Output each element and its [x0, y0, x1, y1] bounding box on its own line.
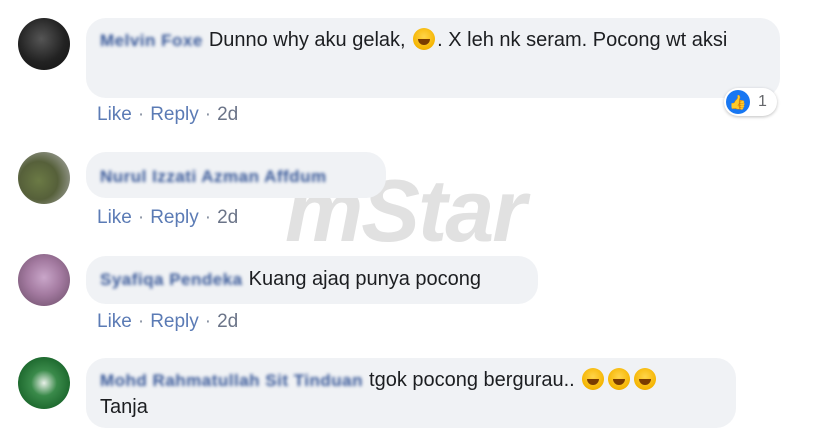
reaction-count: 1 — [758, 93, 767, 110]
comment-text-continued: . X leh nk seram. Pocong wt aksi — [437, 29, 728, 51]
comment-timestamp[interactable]: 2d — [217, 207, 238, 228]
like-link[interactable]: Like — [97, 104, 132, 125]
avatar[interactable] — [18, 152, 70, 204]
comment-actions: Like · Reply · 2d — [97, 104, 239, 125]
comment-bubble: Nurul Izzati Azman Affdum — [86, 152, 386, 198]
reply-link[interactable]: Reply — [150, 104, 199, 125]
comment-bubble: Mohd Rahmatullah Sit Tinduan tgok pocong … — [86, 358, 736, 428]
avatar[interactable] — [18, 254, 70, 306]
comment-timestamp[interactable]: 2d — [217, 311, 238, 332]
reply-link[interactable]: Reply — [150, 311, 199, 332]
laughing-face-icon — [608, 368, 631, 390]
like-link[interactable]: Like — [97, 311, 132, 332]
comment-author[interactable]: Melvin Foxe — [100, 31, 203, 50]
comment-bubble: Syafiqa Pendeka Kuang ajaq punya pocong — [86, 256, 538, 304]
like-link[interactable]: Like — [97, 207, 132, 228]
comment-text-line2: Tanja — [100, 396, 148, 418]
comment-text: Dunno why aku gelak, — [208, 29, 412, 51]
comment-actions: Like · Reply · 2d — [97, 311, 239, 332]
comment-actions: Like · Reply · 2d — [97, 207, 239, 228]
thumbs-up-icon: 👍 — [726, 90, 750, 114]
reaction-count-badge[interactable]: 👍 1 — [724, 88, 777, 116]
comment-text: tgok pocong bergurau.. — [369, 369, 575, 391]
comment-timestamp[interactable]: 2d — [217, 104, 238, 125]
reply-link[interactable]: Reply — [150, 207, 199, 228]
laughing-face-icon — [413, 28, 436, 50]
laughing-face-icon — [582, 368, 605, 390]
comment-text: Kuang ajaq punya pocong — [248, 268, 482, 290]
comment-author[interactable]: Syafiqa Pendeka — [100, 270, 243, 289]
avatar[interactable] — [18, 18, 70, 70]
laughing-face-icon — [634, 368, 657, 390]
comment-author[interactable]: Mohd Rahmatullah Sit Tinduan — [100, 371, 363, 390]
comment-author[interactable]: Nurul Izzati Azman Affdum — [100, 167, 327, 186]
avatar[interactable] — [18, 357, 70, 409]
comment-bubble: Melvin Foxe Dunno why aku gelak, . X leh … — [86, 18, 780, 98]
